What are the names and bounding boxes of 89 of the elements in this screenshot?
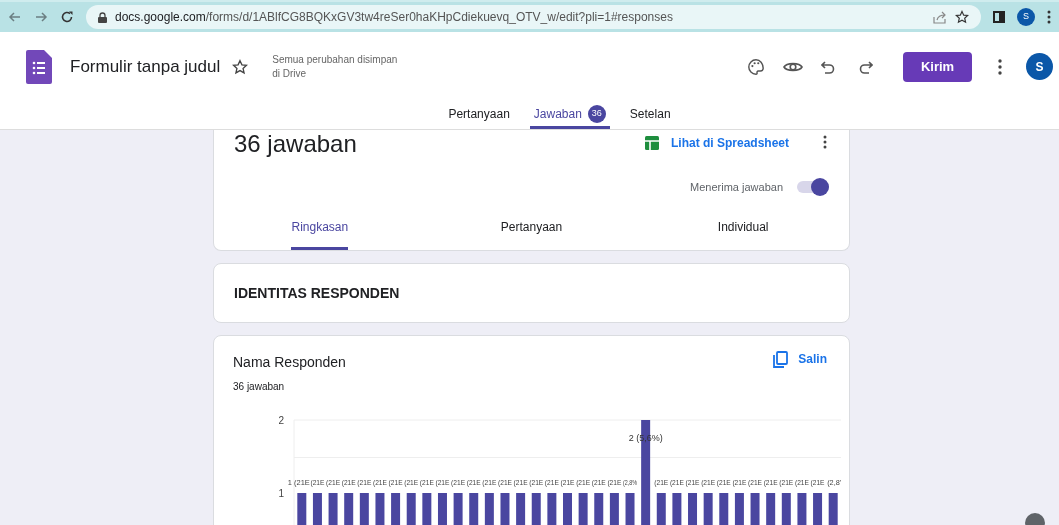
forms-logo-icon[interactable] <box>26 49 52 84</box>
chart-bar <box>469 493 479 525</box>
value-label: (21E <box>419 478 437 487</box>
chart-bar <box>781 493 791 525</box>
count-badge: 36 <box>587 104 606 123</box>
value-label: (2,8' <box>827 478 843 487</box>
save-status: Semua perubahan disimpan di Drive <box>272 52 399 81</box>
tab[interactable]: Setelan <box>625 101 675 129</box>
chart-bar <box>703 493 713 525</box>
chart-bar <box>797 493 807 525</box>
chart-bar <box>813 493 823 525</box>
form-title[interactable]: Formulir tanpa judul <box>70 53 221 80</box>
chart-bar <box>344 493 354 525</box>
palette-icon[interactable] <box>747 57 765 76</box>
chart-bar <box>750 493 760 525</box>
section-title: IDENTITAS RESPONDEN <box>234 283 400 303</box>
copy-button[interactable]: Salin <box>773 350 827 368</box>
tab[interactable]: Pertanyaan <box>444 101 514 129</box>
url-text: docs.google.com/forms/d/1ABlfCG8BQKxGV3tw4reSer0haKHpCdiekuevq_OTV_w/edit?pli=1#responses <box>115 9 674 26</box>
star-icon[interactable] <box>232 58 249 75</box>
back-icon[interactable] <box>8 10 22 24</box>
chart-bar <box>500 493 510 525</box>
accepting-label: Menerima jawaban <box>690 179 783 195</box>
more-icon[interactable] <box>1047 10 1051 24</box>
forward-icon[interactable] <box>34 10 48 24</box>
undo-icon[interactable] <box>821 59 835 74</box>
value-label: (21E <box>748 478 765 487</box>
value-label: (21E <box>810 478 828 487</box>
value-label: (21E <box>669 478 687 487</box>
value-label: (2,8% <box>623 478 644 487</box>
chart-bar <box>406 493 416 525</box>
value-label: (21E <box>451 478 468 487</box>
chart-bar <box>531 493 541 525</box>
summary-tab[interactable]: Ringkasan <box>291 212 349 250</box>
more-icon[interactable] <box>823 135 827 149</box>
copy-icon <box>773 350 789 368</box>
more-icon[interactable] <box>998 58 1002 75</box>
chart-bar <box>594 493 604 525</box>
value-label: (21E <box>544 478 562 487</box>
chart-bar <box>375 493 385 525</box>
chart-bar <box>391 493 401 525</box>
summary-tab[interactable]: Pertanyaan <box>500 212 563 250</box>
chart-bar <box>563 493 572 525</box>
axis-tick-label: 1 <box>278 488 284 499</box>
chart-bar <box>453 493 463 525</box>
value-label: (21E <box>372 478 390 487</box>
value-label: (21E <box>498 478 515 487</box>
chart-bar <box>719 493 729 525</box>
account-avatar[interactable]: S <box>1026 53 1053 81</box>
address-bar[interactable]: docs.google.com/forms/d/1ABlfCG8BQKxGV3tw4reSer0haKHpCdiekuevq_OTV_w/edit?pli=1#responses <box>86 5 981 29</box>
question-title: Nama Responden <box>233 353 346 372</box>
share-icon[interactable] <box>933 10 947 24</box>
spreadsheet-link[interactable]: Lihat di Spreadsheet <box>670 134 789 152</box>
side-panel-icon[interactable] <box>993 11 1005 23</box>
axis-tick-label: 2 <box>278 415 284 426</box>
chart-bar <box>312 493 322 525</box>
send-button[interactable]: Kirim <box>903 51 972 82</box>
value-label: (21E <box>326 478 343 487</box>
chart-bar <box>688 493 698 525</box>
chart-bar <box>734 493 744 525</box>
chart-bar <box>437 493 447 525</box>
response-count: 36 jawaban <box>233 380 285 394</box>
chart-bar <box>359 493 369 525</box>
chart-bar <box>609 493 619 525</box>
accepting-toggle[interactable] <box>797 178 829 196</box>
value-label: (21E <box>794 478 812 487</box>
star-icon[interactable] <box>955 10 969 24</box>
lock-icon <box>98 11 107 23</box>
chart-bar <box>516 493 526 525</box>
response-count-title: 36 jawaban <box>234 129 357 159</box>
chart-bar <box>484 493 494 525</box>
redo-icon[interactable] <box>859 59 873 74</box>
chart-bar <box>672 493 682 525</box>
chart-bar <box>828 493 838 525</box>
reload-icon[interactable] <box>60 10 74 24</box>
summary-tab[interactable]: Individual <box>717 212 769 250</box>
chart-bar <box>422 493 432 525</box>
value-label: (21E <box>591 478 609 487</box>
profile-avatar[interactable]: S <box>1017 8 1035 26</box>
chart-bar <box>625 493 635 525</box>
spreadsheet-icon <box>644 136 659 150</box>
value-label: 1 (21E <box>287 478 312 487</box>
chart-bar <box>328 493 338 525</box>
value-label: (21E <box>716 478 734 487</box>
chart-bar <box>656 493 666 525</box>
chart-bar <box>766 493 776 525</box>
chart-bar <box>578 493 588 525</box>
chart-bar <box>547 493 557 525</box>
chart-bar <box>297 493 307 525</box>
